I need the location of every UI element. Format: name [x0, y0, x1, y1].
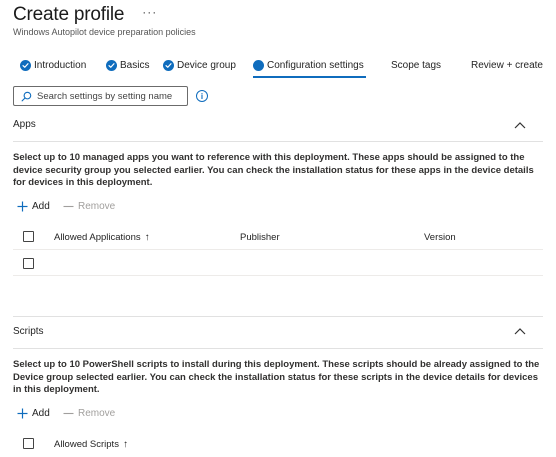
scripts-section-title: Scripts [13, 326, 44, 337]
scripts-select-all-checkbox[interactable] [23, 438, 34, 449]
scripts-divider [13, 348, 543, 349]
search-icon [21, 91, 32, 101]
checkmark-icon [163, 59, 174, 71]
tab-label: Introduction [34, 59, 87, 71]
page-header: Create profile ··· [13, 4, 157, 26]
scripts-remove-button[interactable]: Remove [63, 408, 115, 419]
info-icon[interactable]: i [196, 90, 208, 102]
page-title: Create profile [13, 4, 125, 25]
tab-review-create[interactable]: Review + create [471, 52, 543, 78]
checkmark-icon [20, 59, 31, 71]
apps-remove-button[interactable]: Remove [63, 201, 115, 212]
apps-divider [13, 141, 543, 142]
tab-configuration-settings[interactable]: Configuration settings [253, 52, 366, 78]
tab-label: Configuration settings [267, 59, 364, 71]
plus-icon [17, 201, 28, 212]
minus-icon [63, 412, 74, 415]
tab-label: Basics [120, 59, 150, 71]
current-step-icon [253, 59, 264, 71]
scripts-description: Select up to 10 PowerShell scripts to in… [13, 359, 540, 395]
apps-add-button[interactable]: Add [17, 201, 50, 212]
column-header-publisher[interactable]: Publisher [240, 232, 280, 243]
ellipsis-icon[interactable]: ··· [142, 5, 157, 19]
tab-introduction[interactable]: Introduction [20, 52, 86, 78]
search-input[interactable] [37, 90, 182, 102]
remove-label: Remove [78, 201, 116, 212]
scripts-top-divider [13, 316, 543, 317]
plus-icon [17, 408, 28, 419]
apps-select-all-checkbox[interactable] [23, 231, 34, 242]
wizard-tabs: Introduction Basics Device group Configu… [0, 52, 556, 78]
settings-search-box[interactable] [13, 86, 188, 106]
apps-row-checkbox[interactable] [23, 258, 34, 269]
apps-header-divider [13, 249, 543, 250]
tab-device-group[interactable]: Device group [163, 52, 236, 78]
sort-ascending-icon: ↑ [144, 232, 150, 243]
add-label: Add [32, 408, 50, 419]
add-label: Add [32, 201, 50, 212]
tab-label: Scope tags [391, 59, 442, 71]
apps-section-title: Apps [13, 119, 36, 130]
tab-basics[interactable]: Basics [106, 52, 149, 78]
sort-ascending-icon: ↑ [122, 439, 128, 450]
column-header-label: Allowed Applications [54, 232, 141, 243]
remove-label: Remove [78, 408, 116, 419]
column-header-version[interactable]: Version [424, 232, 456, 243]
chevron-up-icon[interactable] [513, 326, 527, 336]
minus-icon [63, 205, 74, 208]
chevron-up-icon[interactable] [513, 120, 527, 130]
column-header-allowed-scripts[interactable]: Allowed Scripts ↑ [54, 439, 128, 450]
column-header-label: Allowed Scripts [54, 439, 119, 450]
apps-description: Select up to 10 managed apps you want to… [13, 152, 534, 188]
tab-scope-tags[interactable]: Scope tags [391, 52, 441, 78]
checkmark-icon [106, 59, 117, 71]
page-subtitle: Windows Autopilot device preparation pol… [13, 27, 196, 37]
tab-label: Device group [177, 59, 236, 71]
scripts-add-button[interactable]: Add [17, 408, 50, 419]
column-header-allowed-applications[interactable]: Allowed Applications ↑ [54, 232, 150, 243]
tab-label: Review + create [471, 59, 543, 71]
apps-row-divider [13, 275, 543, 276]
